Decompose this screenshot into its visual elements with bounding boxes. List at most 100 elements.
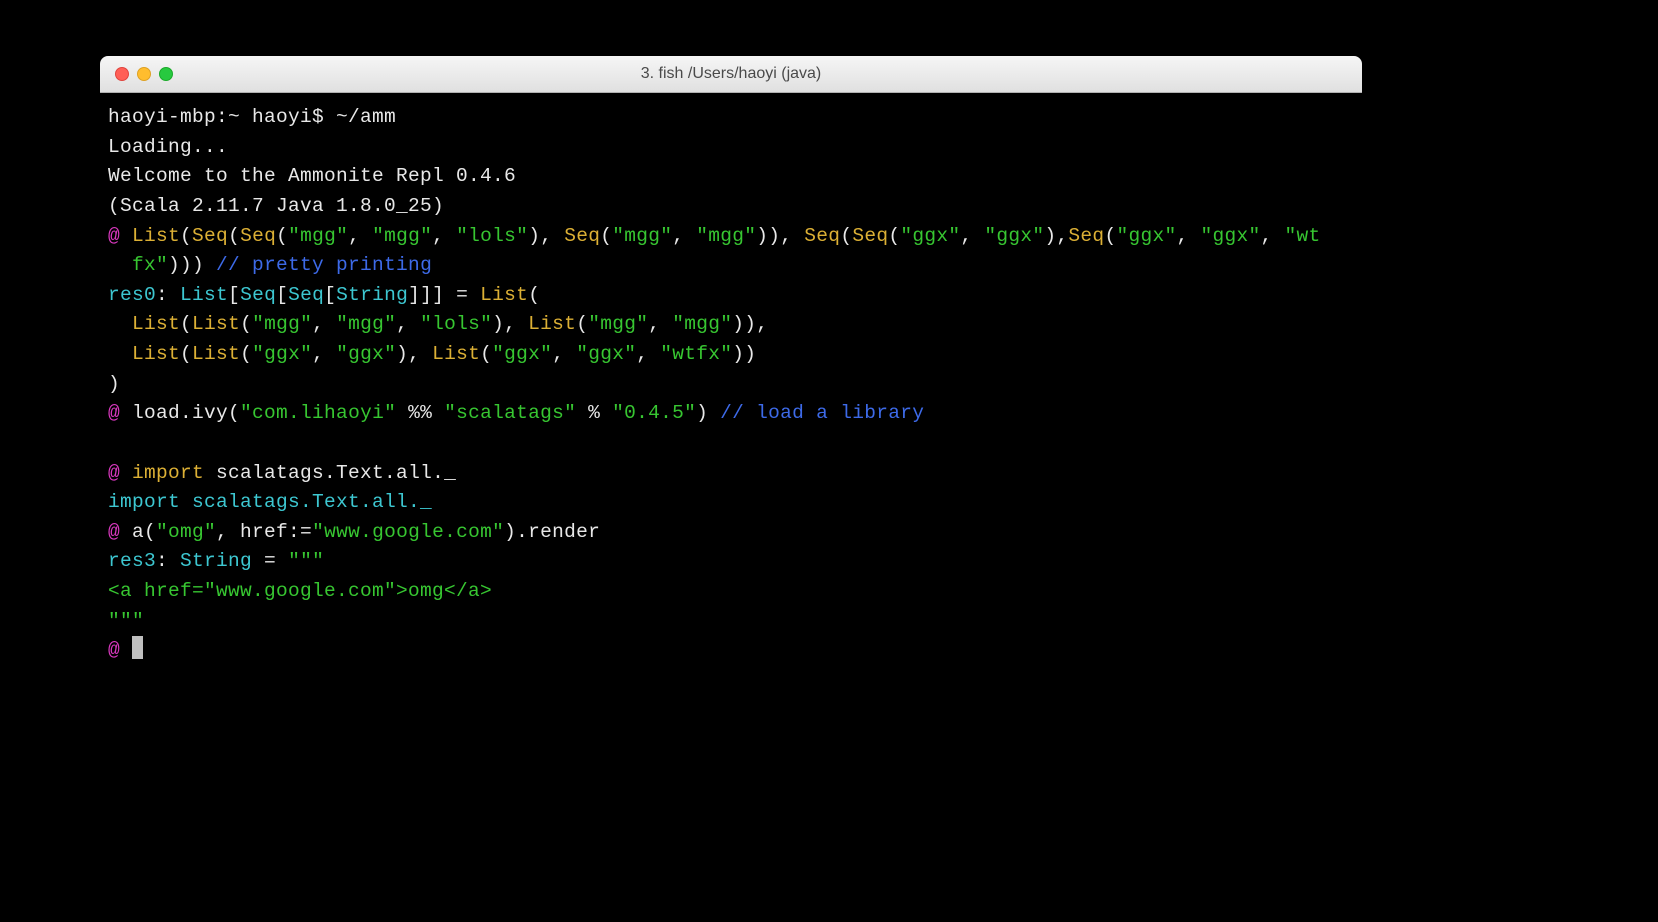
code-token: List [528,313,576,335]
string-token: "mgg" [336,313,396,335]
code-token: ) [108,373,120,395]
code-token: ( [276,225,288,247]
code-token: Seq [804,225,840,247]
code-token: Seq [240,225,276,247]
result-name: res3 [108,550,156,572]
string-token: "ggx" [984,225,1044,247]
type-token: String [336,284,408,306]
string-token: "ggx" [576,343,636,365]
window-titlebar: 3. fish /Users/haoyi (java) [100,56,1362,93]
string-token: fx" [108,254,168,276]
code-token: )), [732,313,768,335]
code-token: ( [240,313,252,335]
string-token: "mgg" [612,225,672,247]
code-token: a( [132,521,156,543]
terminal-content[interactable]: haoyi-mbp:~ haoyi$ ~/amm Loading... Welc… [100,93,1362,676]
code-token: ), [1044,225,1068,247]
code-token: , [672,225,696,247]
repl-prompt: @ [108,225,132,247]
code-token: ( [180,343,192,365]
code-token: ( [1104,225,1116,247]
code-token: , [312,313,336,335]
code-token: = [444,284,480,306]
string-token: "mgg" [252,313,312,335]
code-token: List [132,225,180,247]
code-token: [ [276,284,288,306]
code-token: , [636,343,660,365]
repl-prompt: @ [108,521,132,543]
comment-token: // load a library [720,402,924,424]
code-token: ))) [168,254,216,276]
repl-prompt: @ [108,402,132,424]
code-token: ]]] [408,284,444,306]
minimize-icon[interactable] [137,67,151,81]
code-token: ( [576,313,588,335]
code-token: List [132,313,180,335]
result-name: res0 [108,284,156,306]
type-token: Seq [240,284,276,306]
string-token: "ggx" [336,343,396,365]
terminal-window: 3. fish /Users/haoyi (java) haoyi-mbp:~ … [100,56,1362,812]
code-token: List [132,343,180,365]
string-token: """ [108,610,144,632]
code-token: ), [528,225,564,247]
type-token: List [180,284,228,306]
string-token: "mgg" [372,225,432,247]
code-token: %% [396,402,444,424]
code-token: : [156,550,180,572]
repl-prompt: @ [108,639,132,661]
code-token: , [1176,225,1200,247]
code-token: , [432,225,456,247]
code-token: ) [696,402,720,424]
code-token [108,313,132,335]
echo-import-rest: scalatags.Text.all._ [192,491,432,513]
code-token: [ [228,284,240,306]
code-token: , [552,343,576,365]
string-token: """ [288,550,324,572]
code-token: , [1261,225,1285,247]
close-icon[interactable] [115,67,129,81]
type-token: Seq [288,284,324,306]
blank-line [108,432,120,454]
code-token: ), [396,343,432,365]
code-token: [ [324,284,336,306]
code-token: ( [528,284,540,306]
keyword-token: import [132,462,204,484]
loading-text: Loading... [108,136,228,158]
string-token: "ggx" [900,225,960,247]
string-token: "wt [1285,225,1321,247]
traffic-lights [100,67,173,81]
string-token: "ggx" [492,343,552,365]
shell-prompt-line: haoyi-mbp:~ haoyi$ ~/amm [108,106,396,128]
code-token: ( [600,225,612,247]
type-token: String [180,550,252,572]
string-token: "scalatags" [444,402,576,424]
code-token: )) [732,343,756,365]
code-token: List [480,284,528,306]
code-token: ( [180,225,192,247]
code-token: = [252,550,288,572]
code-token: Seq [564,225,600,247]
string-token: "mgg" [288,225,348,247]
code-token: , [348,225,372,247]
code-token: List [192,313,240,335]
code-token: ( [888,225,900,247]
code-token: ( [840,225,852,247]
html-output: <a href="www.google.com">omg</a> [108,580,492,602]
code-token: : [156,284,180,306]
string-token: "lols" [456,225,528,247]
code-token: ( [480,343,492,365]
echo-import-kw: import [108,491,192,513]
code-token [108,343,132,365]
code-token: , [312,343,336,365]
string-token: "ggx" [1200,225,1260,247]
code-token: ( [240,343,252,365]
string-token: "com.lihaoyi" [240,402,396,424]
welcome-text: Welcome to the Ammonite Repl 0.4.6 [108,165,516,187]
code-token: , href:= [216,521,312,543]
string-token: "omg" [156,521,216,543]
code-token: % [576,402,612,424]
code-token: Seq [1068,225,1104,247]
maximize-icon[interactable] [159,67,173,81]
string-token: "0.4.5" [612,402,696,424]
